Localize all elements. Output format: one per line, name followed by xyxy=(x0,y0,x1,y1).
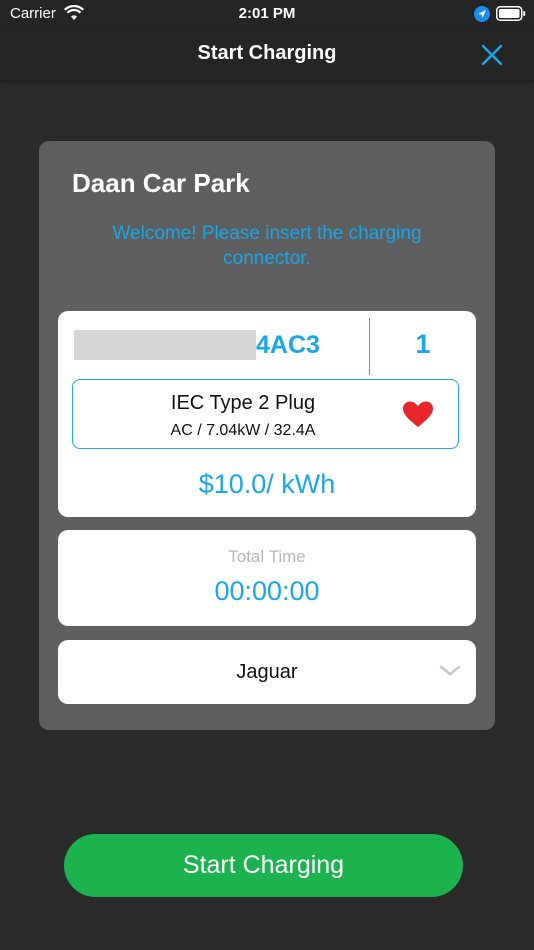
close-button[interactable] xyxy=(476,39,508,71)
total-time-value: 00:00:00 xyxy=(214,576,320,606)
connector-number: 1 xyxy=(415,329,431,359)
heart-icon[interactable] xyxy=(402,400,434,428)
total-time-panel: Total Time 00:00:00 xyxy=(58,530,476,626)
close-icon xyxy=(481,44,503,66)
station-card: Daan Car Park Welcome! Please insert the… xyxy=(39,141,495,730)
station-name: Daan Car Park xyxy=(72,168,250,198)
connector-option[interactable]: IEC Type 2 Plug AC / 7.04kW / 32.4A xyxy=(72,379,459,449)
vehicle-selected-value: Jaguar xyxy=(236,661,298,683)
plug-spec: AC / 7.04kW / 32.4A xyxy=(170,422,316,439)
location-icon xyxy=(474,6,490,22)
battery-icon xyxy=(496,6,526,21)
status-bar: Carrier 2:01 PM xyxy=(0,0,534,30)
start-charging-button[interactable]: Start Charging xyxy=(64,834,463,897)
start-charging-screen: Carrier 2:01 PM Start Charging Daan Car … xyxy=(0,0,534,950)
total-time-label: Total Time xyxy=(228,547,306,566)
chevron-down-icon xyxy=(439,665,461,676)
welcome-message: Welcome! Please insert the charging conn… xyxy=(112,223,422,269)
charger-info-panel: 4AC3 1 IEC Type 2 Plug AC / 7.04kW / 32.… xyxy=(58,311,476,517)
masked-id-block xyxy=(74,330,256,360)
status-time: 2:01 PM xyxy=(238,5,296,22)
nav-bar: Start Charging xyxy=(0,30,534,80)
page-title: Start Charging xyxy=(197,42,337,64)
plug-type: IEC Type 2 Plug xyxy=(170,392,316,414)
vehicle-dropdown[interactable]: Jaguar xyxy=(58,640,476,704)
price-label: $10.0/ kWh xyxy=(198,469,336,499)
charger-id: 4AC3 xyxy=(74,329,320,361)
charger-id-suffix: 4AC3 xyxy=(256,330,320,359)
